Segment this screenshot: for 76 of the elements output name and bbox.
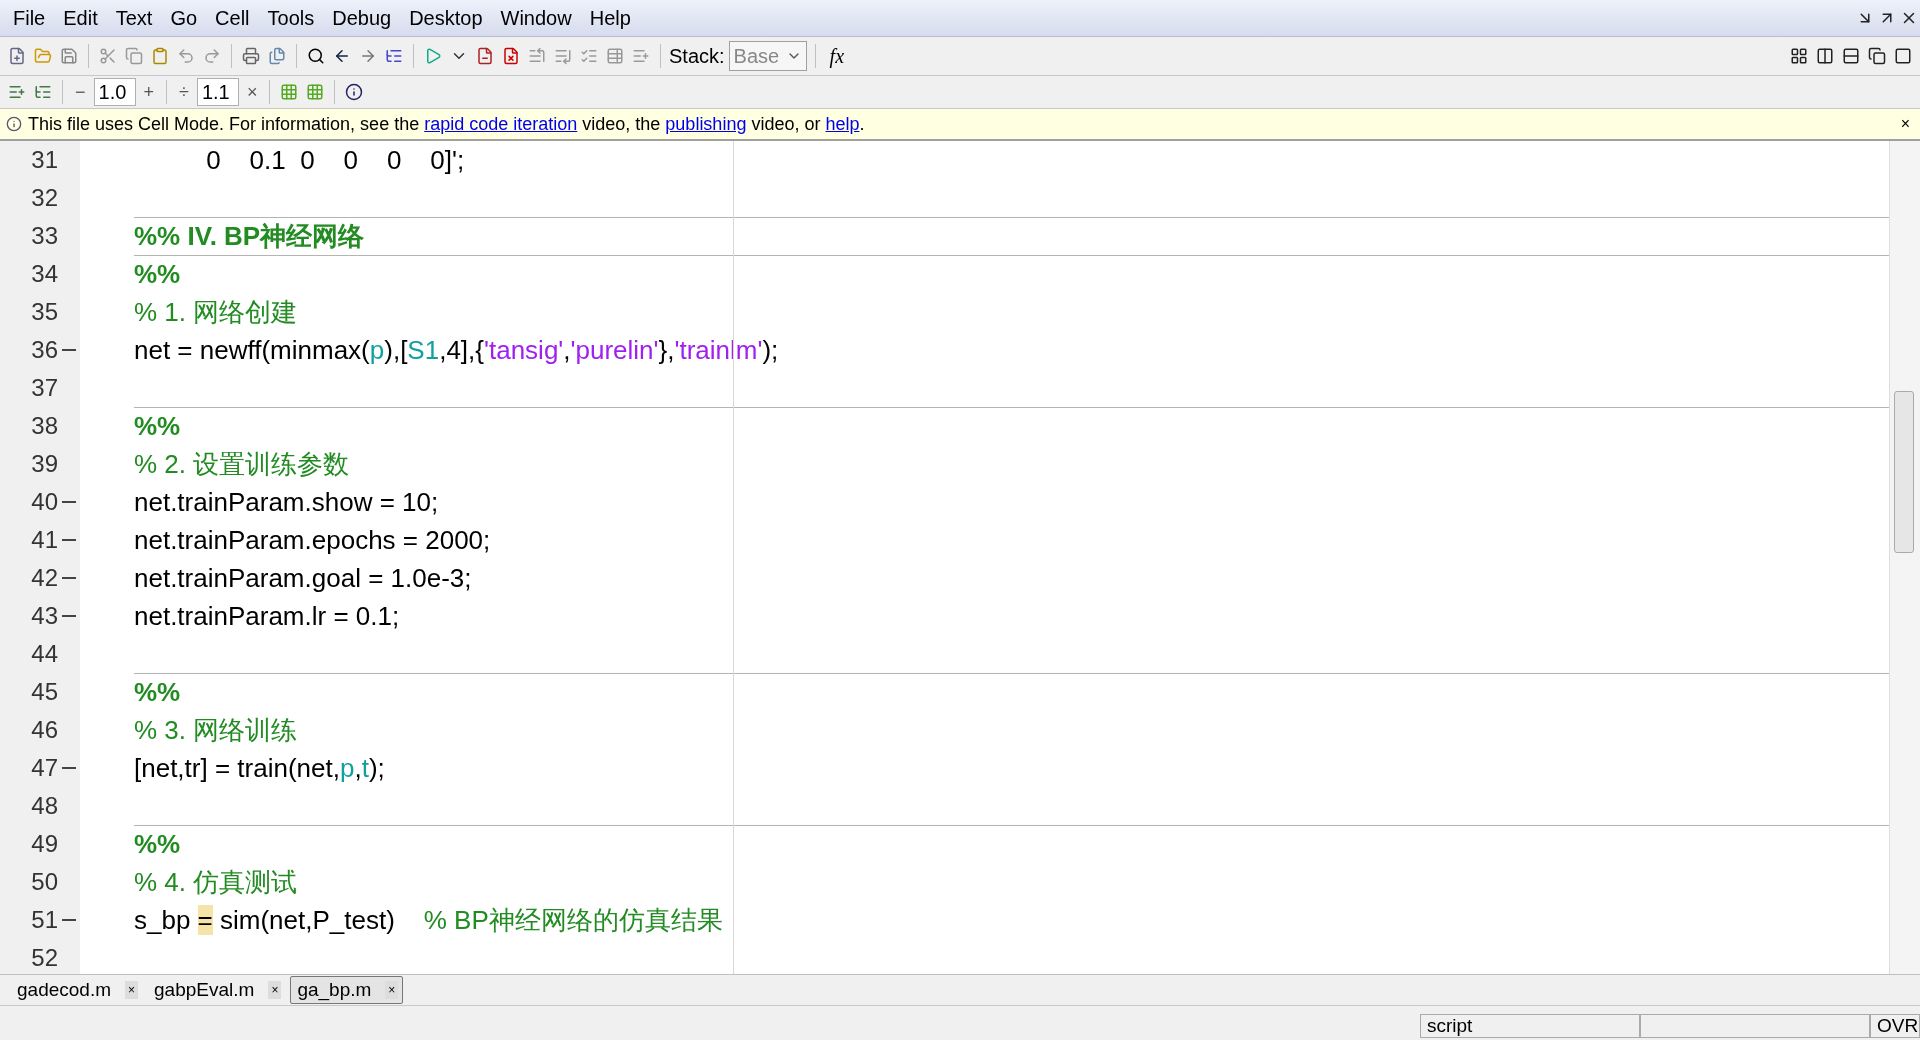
scroll-thumb[interactable] — [1894, 391, 1914, 553]
line-number: 32 — [31, 184, 58, 212]
menu-item[interactable]: Help — [580, 6, 640, 30]
line-number: 43 — [31, 602, 58, 630]
file-tab[interactable]: gabpEval.m × — [147, 976, 287, 1004]
code-line: % 4. 仿真测试 — [134, 866, 298, 899]
line-number: 34 — [31, 260, 58, 288]
line-number: 52 — [31, 944, 58, 972]
line-number: 49 — [31, 830, 58, 858]
tab-close-button[interactable]: × — [125, 981, 139, 999]
line-number: 48 — [31, 792, 58, 820]
code-line: s_bp = sim(net,P_test) % BP神经网络的仿真结果 — [134, 904, 723, 937]
close-button[interactable]: × — [1900, 115, 1914, 133]
info-message: This file uses Cell Mode. For information, see the rapid code iteration video, the publishing video, or help. — [28, 113, 865, 135]
file-tab[interactable]: ga_bp.m × — [290, 976, 404, 1004]
function-button[interactable]: fx — [823, 44, 850, 68]
code-line: %% — [134, 677, 181, 708]
line-number: 35 — [31, 298, 58, 326]
file-type-status: script — [1420, 1014, 1640, 1038]
code-line: %% — [134, 259, 181, 290]
line-number: 50 — [31, 868, 58, 896]
menu-item[interactable]: Debug — [323, 6, 401, 30]
help-link[interactable]: publishing — [665, 113, 747, 134]
line-number: 31 — [31, 146, 58, 174]
line-number: 38 — [31, 412, 58, 440]
line-number: 39 — [31, 450, 58, 478]
line-number: 36 — [31, 336, 58, 364]
menu-item[interactable]: Edit — [54, 6, 107, 30]
code-line: % 1. 网络创建 — [134, 296, 298, 329]
code-line: %% — [134, 829, 181, 860]
menu-item[interactable]: Window — [491, 6, 581, 30]
factor-field[interactable]: 1.1 — [196, 78, 239, 106]
code-line: 0 0.1 0 0 0 0]'; — [205, 145, 465, 176]
line-number: 41 — [31, 526, 58, 554]
menu-item[interactable]: Desktop — [400, 6, 492, 30]
line-number: 44 — [31, 640, 58, 668]
help-link[interactable]: rapid code iteration — [424, 113, 578, 134]
menu-item[interactable]: File — [4, 6, 55, 30]
line-number: 37 — [31, 374, 58, 402]
scrollbar[interactable] — [1889, 141, 1920, 974]
line-number: 33 — [31, 222, 58, 250]
menu-item[interactable]: Tools — [258, 6, 324, 30]
code-line: net.trainParam.show = 10; — [134, 487, 439, 518]
line-number: 46 — [31, 716, 58, 744]
menu-item[interactable]: Go — [161, 6, 207, 30]
tab-close-button[interactable]: × — [268, 981, 282, 999]
divide-button[interactable]: ÷ — [175, 81, 193, 103]
print-icon[interactable] — [240, 45, 262, 67]
decrement-button[interactable]: − — [71, 81, 90, 103]
code-line: [net,tr] = train(net,p,t); — [134, 753, 385, 784]
tab-close-button[interactable]: × — [385, 981, 399, 999]
line-number: 51 — [31, 906, 58, 934]
line-number: 42 — [31, 564, 58, 592]
menu-item[interactable]: Text — [106, 6, 162, 30]
code-line: net.trainParam.goal = 1.0e-3; — [134, 563, 472, 594]
code-line: %% — [134, 411, 181, 442]
code-line: %% IV. BP神经网络 — [134, 220, 365, 253]
overwrite-status: OVR — [1870, 1014, 1920, 1038]
line-number: 47 — [31, 754, 58, 782]
stack-label: Stack: — [669, 44, 725, 68]
multiply-button[interactable]: × — [242, 81, 262, 103]
decrement-field[interactable]: 1.0 — [93, 78, 136, 106]
line-number: 45 — [31, 678, 58, 706]
menu-item[interactable]: Cell — [206, 6, 259, 30]
copy-icon[interactable] — [123, 45, 145, 67]
code-line: net.trainParam.epochs = 2000; — [134, 525, 491, 556]
help-link[interactable]: help — [825, 113, 860, 134]
increment-button[interactable]: + — [139, 81, 159, 103]
restore-icon[interactable] — [1866, 45, 1888, 67]
code-line: net.trainParam.lr = 0.1; — [134, 601, 400, 632]
code-line: net = newff(minmax(p),[S1,4],{'tansig','purelin'},'trainlm'); — [134, 335, 779, 366]
file-tab[interactable]: gadecod.m × — [10, 976, 144, 1004]
info-icon — [6, 116, 22, 132]
code-line: % 2. 设置训练参数 — [134, 448, 350, 481]
code-line: % 3. 网络训练 — [134, 714, 298, 747]
line-number: 40 — [31, 488, 58, 516]
